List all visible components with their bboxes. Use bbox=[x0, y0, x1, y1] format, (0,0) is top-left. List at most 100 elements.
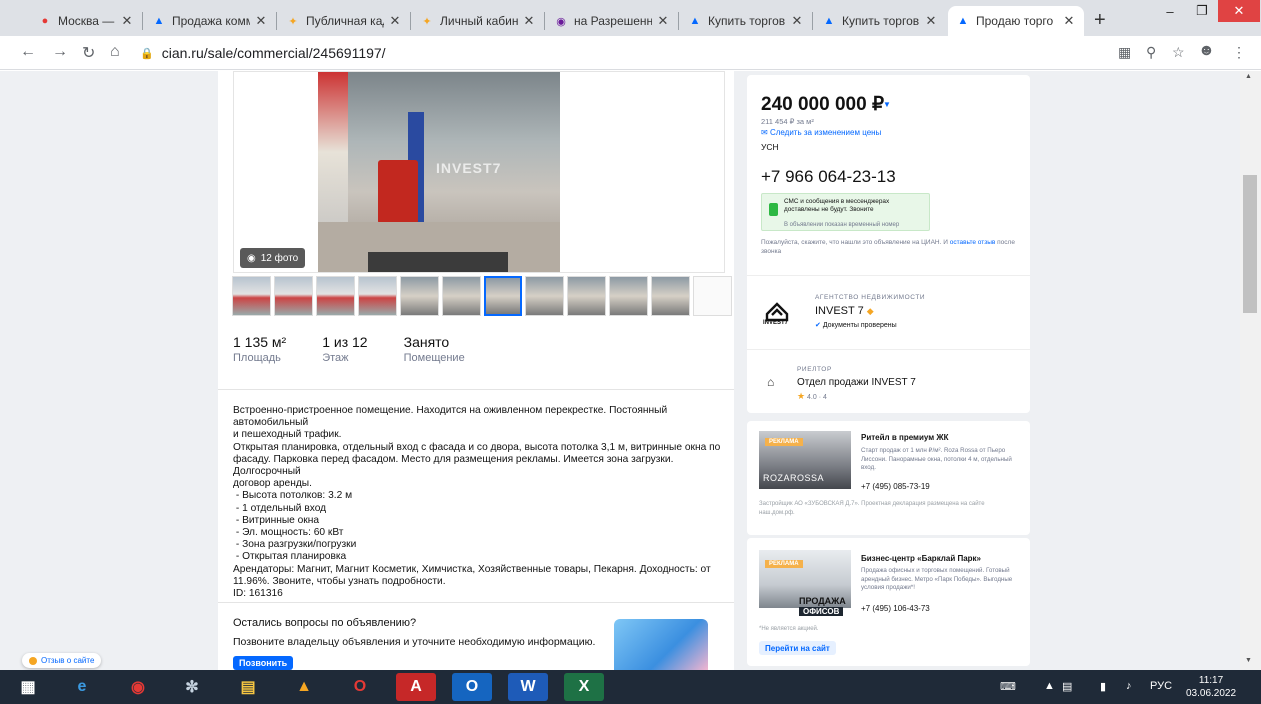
thumbnail[interactable] bbox=[441, 276, 481, 316]
ad-image-text: ПРОДАЖА bbox=[799, 596, 846, 606]
ad-phone[interactable]: +7 (495) 106-43-73 bbox=[861, 604, 930, 613]
ad-title[interactable]: Бизнес-центр «Барклай Парк» bbox=[861, 554, 981, 563]
home-button[interactable]: ⌂ bbox=[110, 43, 120, 61]
close-icon[interactable]: ✕ bbox=[790, 13, 804, 29]
browser-tab-2[interactable]: ▲ Продажа комм ✕ bbox=[144, 6, 276, 36]
thumbnail[interactable] bbox=[232, 276, 271, 316]
ad-card[interactable]: РЕКЛАМА ПРОДАЖА ОФИСОВ Бизнес-центр «Бар… bbox=[747, 538, 1030, 666]
map-icon: ✦ bbox=[288, 15, 298, 28]
close-icon[interactable]: ✕ bbox=[522, 13, 536, 29]
browser-tab-3[interactable]: ✦ Публичная кад ✕ bbox=[278, 6, 410, 36]
keyboard-icon[interactable]: ⌨ bbox=[1000, 680, 1016, 693]
stat-floor: 1 из 12 Этаж bbox=[322, 334, 367, 364]
sms-line-3: В объявлении показан временный номер bbox=[784, 222, 900, 228]
thumbnail[interactable] bbox=[525, 276, 565, 316]
thumbnail[interactable] bbox=[399, 276, 439, 316]
thumbnail[interactable] bbox=[273, 276, 313, 316]
tray-expand-icon[interactable]: ▲ bbox=[1044, 680, 1055, 692]
thumbnail[interactable] bbox=[315, 276, 355, 316]
close-icon[interactable]: ✕ bbox=[1062, 13, 1076, 29]
browser-tab-active[interactable]: ▲ Продаю торго ✕ bbox=[948, 6, 1084, 36]
close-icon[interactable]: ✕ bbox=[120, 13, 134, 29]
profile-icon[interactable]: ☻ bbox=[1198, 42, 1215, 60]
bookmark-star-icon[interactable]: ☆ bbox=[1172, 44, 1185, 61]
windows-start-icon[interactable]: ▦ bbox=[8, 673, 48, 701]
excel-icon[interactable]: X bbox=[564, 673, 604, 701]
realtor-block[interactable]: ⌂ РИЕЛТОР Отдел продажи INVEST 7 ★ 4.0 ·… bbox=[747, 349, 1030, 413]
explorer-icon[interactable]: ▤ bbox=[228, 673, 268, 701]
browser-tab-1[interactable]: ● Москва — Янд ✕ bbox=[30, 6, 142, 36]
chrome-icon[interactable]: ◉ bbox=[118, 673, 158, 701]
scroll-up-icon[interactable]: ▲ bbox=[1245, 73, 1252, 80]
call-button[interactable]: Позвонить bbox=[233, 656, 294, 670]
scrollbar[interactable] bbox=[1240, 71, 1261, 670]
close-icon[interactable]: ✕ bbox=[388, 13, 402, 29]
page-viewport: INVEST7 ◉ 12 фото 1 135 м² Площадь 1 из … bbox=[0, 71, 1261, 670]
realtor-name[interactable]: Отдел продажи INVEST 7 bbox=[797, 377, 916, 388]
network-icon[interactable]: ▤ bbox=[1062, 680, 1072, 693]
window-close-button[interactable]: ✕ bbox=[1218, 0, 1260, 22]
reload-button[interactable]: ↻ bbox=[82, 43, 95, 63]
ad-title[interactable]: Ритейл в премиум ЖК bbox=[861, 433, 948, 442]
agency-block[interactable]: INVEST7 АГЕНТСТВО НЕДВИЖИМОСТИ INVEST 7 … bbox=[747, 275, 1030, 349]
volume-icon[interactable]: ♪ bbox=[1126, 680, 1132, 692]
restore-button[interactable]: ❐ bbox=[1186, 0, 1218, 22]
signal-icon[interactable]: ▮ bbox=[1100, 680, 1106, 693]
ad-badge: РЕКЛАМА bbox=[765, 560, 803, 568]
archicad-icon[interactable]: ▲ bbox=[284, 673, 324, 701]
floor-plan-thumbnail[interactable] bbox=[693, 276, 733, 316]
translate-icon[interactable]: ▦ bbox=[1118, 44, 1131, 61]
leave-review-link[interactable]: оставьте отзыв bbox=[950, 239, 996, 246]
url-field[interactable]: 🔒 cian.ru/sale/commercial/245691197/ bbox=[140, 41, 1080, 65]
check-badge-icon: ✔ bbox=[815, 322, 821, 329]
divider bbox=[218, 389, 734, 390]
browser-tab-7[interactable]: ▲ Купить торгов ✕ bbox=[814, 6, 946, 36]
scrollbar-thumb[interactable] bbox=[1243, 175, 1257, 313]
word-icon[interactable]: W bbox=[508, 673, 548, 701]
thumbnail[interactable] bbox=[357, 276, 397, 316]
phone-number[interactable]: +7 966 064-23-13 bbox=[761, 167, 896, 187]
scroll-down-icon[interactable]: ▼ bbox=[1245, 657, 1252, 664]
thumbnail[interactable] bbox=[567, 276, 607, 316]
thumbnail[interactable] bbox=[651, 276, 691, 316]
back-button[interactable]: ← bbox=[20, 43, 36, 61]
desc-line: 11.96%. Звоните, чтобы узнать подробност… bbox=[233, 575, 446, 587]
agency-name-row[interactable]: INVEST 7 ◆ bbox=[815, 305, 874, 317]
paint-icon[interactable]: ✼ bbox=[172, 673, 212, 701]
close-icon[interactable]: ✕ bbox=[656, 13, 670, 29]
ad-phone[interactable]: +7 (495) 085-73-19 bbox=[861, 482, 930, 491]
ie-icon[interactable]: e bbox=[62, 673, 102, 701]
language-indicator[interactable]: РУС bbox=[1150, 680, 1172, 692]
browser-tab-6[interactable]: ▲ Купить торгов ✕ bbox=[680, 6, 812, 36]
menu-dots-icon[interactable]: ⋮ bbox=[1232, 44, 1246, 61]
close-icon[interactable]: ✕ bbox=[924, 13, 938, 29]
thumbnail[interactable] bbox=[609, 276, 649, 316]
photo-count-badge[interactable]: ◉ 12 фото bbox=[240, 248, 306, 268]
zoom-icon[interactable]: ⚲ bbox=[1146, 44, 1156, 61]
chevron-down-icon[interactable]: ▼ bbox=[883, 100, 891, 109]
minimize-button[interactable]: – bbox=[1154, 0, 1186, 22]
thumbnail-selected[interactable] bbox=[483, 276, 523, 316]
close-icon[interactable]: ✕ bbox=[254, 13, 268, 29]
ad-footer: Застройщик АО «ЗУБОВСКАЯ Д.7». Проектная… bbox=[759, 501, 985, 516]
go-to-site-button[interactable]: Перейти на сайт bbox=[759, 641, 836, 655]
main-photo[interactable]: INVEST7 bbox=[318, 72, 560, 272]
listing-stats: 1 135 м² Площадь 1 из 12 Этаж Занято Пом… bbox=[233, 334, 465, 364]
feedback-button[interactable]: Отзыв о сайте bbox=[22, 653, 102, 668]
outlook-icon[interactable]: O bbox=[452, 673, 492, 701]
ad-card[interactable]: РЕКЛАМА ROZAROSSA Ритейл в премиум ЖК Ст… bbox=[747, 421, 1030, 535]
opera-icon[interactable]: O bbox=[340, 673, 380, 701]
desc-line: - Витринные окна bbox=[233, 514, 320, 526]
acrobat-icon[interactable]: A bbox=[396, 673, 436, 701]
realtor-rating: ★ 4.0 · 4 bbox=[797, 391, 827, 402]
review-request: Пожалуйста, скажите, что нашли это объяв… bbox=[761, 238, 1021, 256]
new-tab-button[interactable]: + bbox=[1094, 9, 1106, 32]
desc-line: - Зона разгрузки/погрузки bbox=[233, 539, 357, 551]
forward-button[interactable]: → bbox=[52, 43, 68, 61]
browser-tab-4[interactable]: ✦ Личный кабин ✕ bbox=[412, 6, 544, 36]
watch-price-link[interactable]: ✉ Следить за изменением цены bbox=[761, 128, 881, 137]
browser-tab-5[interactable]: ◉ на Разрешенн ✕ bbox=[546, 6, 678, 36]
clock[interactable]: 11:17 03.06.2022 bbox=[1186, 674, 1236, 700]
photo-gallery[interactable]: INVEST7 ◉ 12 фото bbox=[233, 71, 725, 273]
agency-name: INVEST 7 bbox=[815, 305, 864, 317]
